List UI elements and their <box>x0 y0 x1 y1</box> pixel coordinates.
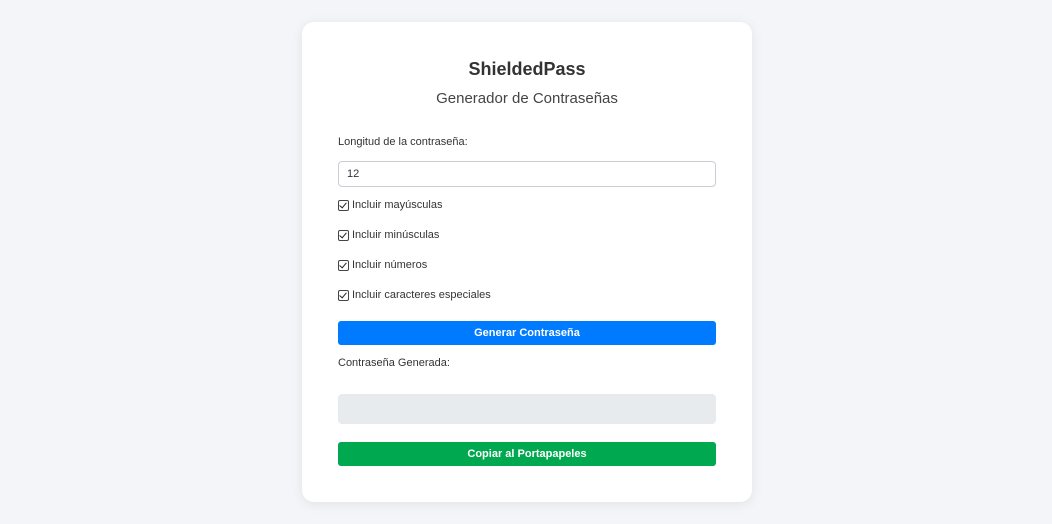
option-uppercase[interactable]: Incluir mayúsculas <box>338 198 442 212</box>
special-chars-checkbox[interactable] <box>338 289 349 301</box>
option-numbers[interactable]: Incluir números <box>338 258 427 272</box>
option-numbers-label: Incluir números <box>352 259 428 271</box>
length-label: Longitud de la contraseña: <box>338 136 468 148</box>
option-special-chars[interactable]: Incluir caracteres especiales <box>338 288 491 302</box>
generated-password-label: Contraseña Generada: <box>338 357 450 369</box>
option-special-chars-label: Incluir caracteres especiales <box>352 289 491 301</box>
option-uppercase-label: Incluir mayúsculas <box>352 199 443 211</box>
password-generator-card: ShieldedPass Generador de Contraseñas Lo… <box>302 22 752 502</box>
numbers-checkbox[interactable] <box>338 259 349 271</box>
length-input[interactable] <box>338 161 716 187</box>
uppercase-checkbox[interactable] <box>338 199 349 211</box>
lowercase-checkbox[interactable] <box>338 229 349 241</box>
app-subtitle: Generador de Contraseñas <box>436 90 618 107</box>
generate-password-button[interactable]: Generar Contraseña <box>338 321 716 345</box>
generated-password-output[interactable] <box>338 394 716 424</box>
option-lowercase-label: Incluir minúsculas <box>352 229 440 241</box>
copy-to-clipboard-button[interactable]: Copiar al Portapapeles <box>338 442 716 466</box>
option-lowercase[interactable]: Incluir minúsculas <box>338 228 439 242</box>
app-title: ShieldedPass <box>468 59 586 79</box>
